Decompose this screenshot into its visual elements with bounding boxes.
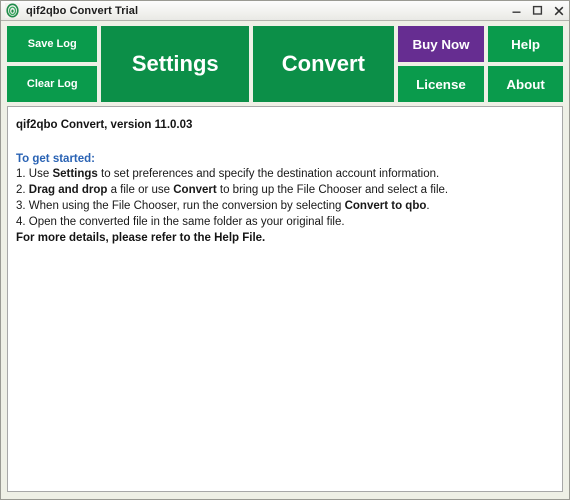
application-window: qif2qbo Convert Trial Save Log Clear Log… [0,0,570,500]
window-controls [506,1,569,20]
convert-button-group: Convert [253,26,394,102]
settings-button-group: Settings [101,26,250,102]
get-started-step: 1. Use Settings to set preferences and s… [16,167,552,181]
get-started-step: 4. Open the converted file in the same f… [16,215,552,229]
help-button[interactable]: Help [488,26,563,62]
version-line: qif2qbo Convert, version 11.0.03 [16,119,193,131]
license-button[interactable]: License [397,66,485,102]
step-emphasis: Convert to qbo [344,200,427,212]
step-number: 3. [16,200,29,212]
step-emphasis: Settings [52,168,98,180]
help-button-group: Help About [488,26,563,102]
save-log-button[interactable]: Save Log [7,26,98,62]
clear-log-button[interactable]: Clear Log [7,66,98,102]
step-text: Open the converted file in the same fold… [28,216,345,228]
about-button[interactable]: About [488,66,563,102]
minimize-button[interactable] [506,1,527,21]
step-text: a file or use [107,184,174,196]
get-started-step: 3. When using the File Chooser, run the … [16,199,552,213]
close-button[interactable] [548,1,569,21]
log-panel-wrapper: qif2qbo Convert, version 11.0.03 To get … [1,106,569,499]
get-started-steps: 1. Use Settings to set preferences and s… [16,167,552,229]
step-text: to bring up the File Chooser and select … [216,184,449,196]
maximize-button[interactable] [527,1,548,21]
title-bar: qif2qbo Convert Trial [1,1,569,21]
step-number: 1. [16,168,29,180]
step-number: 4. [16,216,29,228]
settings-button[interactable]: Settings [101,26,250,102]
window-title: qif2qbo Convert Trial [26,4,139,17]
buy-now-button[interactable]: Buy Now [397,26,485,62]
step-emphasis: Convert [173,184,217,196]
app-thumbprint-icon [5,3,20,18]
get-started-step: 2. Drag and drop a file or use Convert t… [16,183,552,197]
step-number: 2. [16,184,29,196]
step-emphasis: Drag and drop [28,184,108,196]
step-text: Use [28,168,53,180]
convert-button[interactable]: Convert [253,26,394,102]
log-panel[interactable]: qif2qbo Convert, version 11.0.03 To get … [7,106,563,492]
purchase-button-group: Buy Now License [397,26,485,102]
help-file-note: For more details, please refer to the He… [16,232,266,244]
get-started-heading: To get started: [16,153,96,165]
main-toolbar: Save Log Clear Log Settings Convert Buy … [1,21,569,106]
step-text: When using the File Chooser, run the con… [28,200,345,212]
step-text: to set preferences and specify the desti… [97,168,440,180]
step-text: . [426,200,430,212]
log-button-group: Save Log Clear Log [7,26,98,102]
